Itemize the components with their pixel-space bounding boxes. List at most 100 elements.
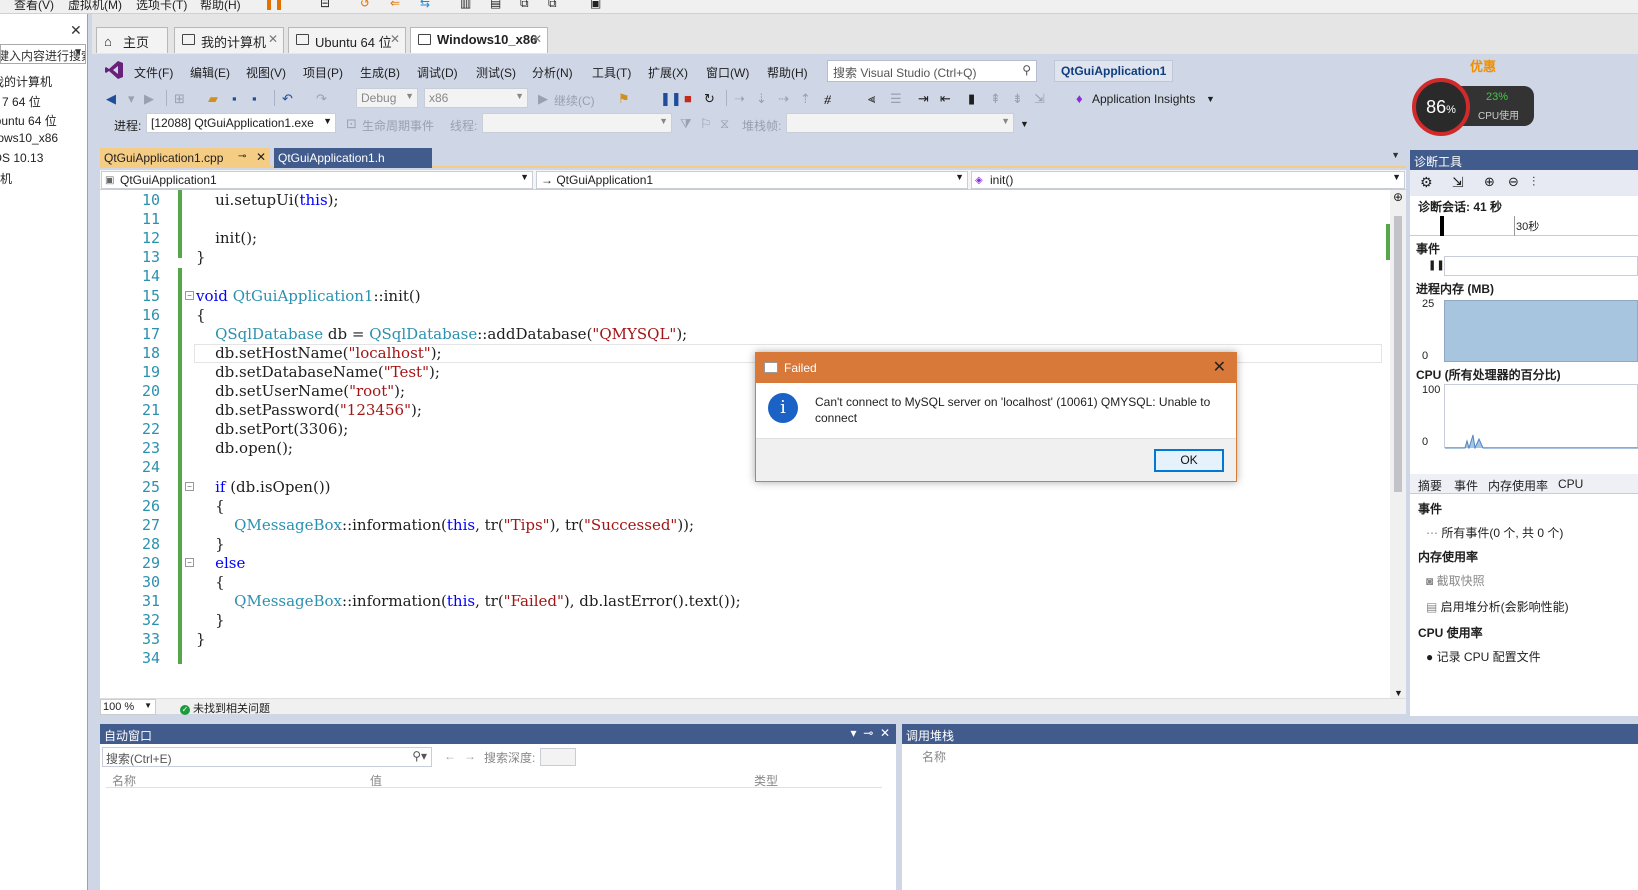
search-depth-select[interactable] bbox=[540, 748, 576, 766]
stop-icon[interactable]: ■ bbox=[684, 91, 692, 106]
menu-window[interactable]: 窗口(W) bbox=[706, 64, 749, 81]
export-icon[interactable]: ⇲ bbox=[1452, 174, 1464, 191]
chevron-down-icon[interactable]: ▼ bbox=[1206, 94, 1215, 104]
solution-config-select[interactable]: Debug ▼ bbox=[356, 88, 418, 108]
pause-icon[interactable]: ❚❚ bbox=[1428, 260, 1445, 271]
library-item[interactable]: Ubuntu 64 位 bbox=[0, 112, 57, 129]
take-snapshot-button[interactable]: ◙ 截取快照 bbox=[1426, 572, 1485, 589]
clear-bookmark-icon[interactable]: ⇲ bbox=[1034, 91, 1045, 107]
tab-ubuntu[interactable]: Ubuntu 64 位 ✕ bbox=[288, 27, 406, 53]
library-item[interactable]: Windows10_x86 bbox=[0, 131, 58, 145]
comment-icon[interactable]: ☰ bbox=[890, 91, 902, 107]
library-search-input[interactable]: 在此处键入内容进行搜索 ▼ bbox=[0, 44, 86, 64]
forward-icon[interactable]: ▶ bbox=[144, 91, 154, 107]
close-icon[interactable]: ✕ bbox=[268, 32, 278, 46]
lifecycle-events-button[interactable]: 生命周期事件 bbox=[362, 117, 434, 134]
chevron-down-icon[interactable]: ▼ bbox=[1394, 688, 1403, 698]
prev-bookmark-icon[interactable]: ⇞ bbox=[990, 91, 1001, 107]
heap-profiling-toggle[interactable]: ▤ 启用堆分析(会影响性能) bbox=[1426, 598, 1569, 615]
zoom-in-icon[interactable]: ⊕ bbox=[1484, 174, 1495, 190]
library-item[interactable]: 共享的虚拟机 bbox=[0, 170, 12, 187]
col-name[interactable]: 名称 bbox=[112, 772, 136, 789]
code-line[interactable]: void QtGuiApplication1::init() bbox=[196, 287, 421, 306]
record-cpu-profile-button[interactable]: ● 记录 CPU 配置文件 bbox=[1426, 648, 1541, 665]
chevron-down-icon[interactable]: ▾ bbox=[128, 91, 135, 107]
continue-icon[interactable]: ▶ bbox=[538, 91, 548, 107]
step-over-icon[interactable]: ⇢ bbox=[778, 91, 789, 107]
view-unity-icon[interactable]: ⧉ bbox=[520, 0, 529, 11]
code-line[interactable]: } bbox=[196, 630, 206, 649]
ok-button[interactable]: OK bbox=[1154, 449, 1224, 472]
code-line[interactable]: db.setPassword("123456"); bbox=[196, 401, 422, 420]
step-into-icon[interactable]: ⇣ bbox=[756, 91, 767, 107]
chevron-down-icon[interactable]: ▼ bbox=[73, 47, 83, 58]
menu-edit[interactable]: 编辑(E) bbox=[190, 64, 230, 81]
pin-icon[interactable]: ⊸ bbox=[863, 726, 873, 740]
code-line[interactable]: init(); bbox=[196, 229, 257, 248]
menu-help[interactable]: 帮助(H) bbox=[767, 64, 808, 81]
search-icon[interactable]: ⚲▾ bbox=[412, 749, 427, 763]
code-line[interactable]: ui.setupUi(this); bbox=[196, 191, 339, 210]
col-type[interactable]: 类型 bbox=[754, 772, 778, 789]
back-icon[interactable]: ◀ bbox=[106, 91, 116, 107]
new-project-icon[interactable]: ⊞ bbox=[174, 91, 185, 107]
code-line[interactable]: if (db.isOpen()) bbox=[196, 478, 330, 497]
indent-icon[interactable]: ⇥ bbox=[918, 91, 929, 107]
tab-home[interactable]: ⌂ 主页 bbox=[96, 27, 168, 53]
pause-icon[interactable]: ❚❚ bbox=[264, 0, 284, 10]
class-select[interactable]: → QtGuiApplication1 ▼ bbox=[536, 171, 968, 189]
host-menu-view[interactable]: 查看(V) bbox=[14, 0, 54, 13]
menu-build[interactable]: 生成(B) bbox=[360, 64, 400, 81]
memory-heading[interactable]: 进程内存 (MB) bbox=[1416, 280, 1494, 297]
menu-extensions[interactable]: 扩展(X) bbox=[648, 64, 688, 81]
scrollbar-thumb[interactable] bbox=[1394, 216, 1402, 492]
step-out-icon[interactable]: ⇡ bbox=[800, 91, 811, 107]
code-line[interactable]: QMessageBox::information(this, tr("Tips"… bbox=[196, 516, 694, 535]
open-folder-icon[interactable]: ▰ bbox=[208, 91, 218, 107]
code-line[interactable]: QSqlDatabase db = QSqlDatabase::addDatab… bbox=[196, 325, 687, 344]
tab-cpp-file[interactable]: QtGuiApplication1.cpp ⊸ ✕ bbox=[100, 148, 270, 168]
terminal-icon[interactable]: ▣ bbox=[590, 0, 601, 10]
undo-icon[interactable]: ↶ bbox=[282, 91, 293, 107]
break-all-icon[interactable]: ❚❚ bbox=[660, 91, 682, 107]
close-icon[interactable]: ✕ bbox=[880, 726, 890, 740]
tab-my-computer[interactable]: 我的计算机 ✕ bbox=[174, 27, 284, 53]
events-heading[interactable]: 事件 bbox=[1416, 240, 1440, 257]
chevron-down-icon[interactable]: ▼ bbox=[1020, 119, 1029, 129]
menu-tools[interactable]: 工具(T) bbox=[592, 64, 631, 81]
host-menu-tabs[interactable]: 选项卡(T) bbox=[136, 0, 187, 13]
code-line[interactable]: { bbox=[196, 497, 225, 516]
timeline-cursor[interactable] bbox=[1440, 216, 1444, 236]
close-icon[interactable]: ✕ bbox=[390, 32, 400, 46]
send-keys-icon[interactable]: ⊟ bbox=[320, 0, 330, 10]
outdent-icon[interactable]: ⇤ bbox=[940, 91, 951, 107]
stackframe-select[interactable]: ▼ bbox=[786, 113, 1014, 133]
pin-icon[interactable]: ⊸ bbox=[238, 151, 246, 162]
view-console-icon[interactable]: ▥ bbox=[460, 0, 471, 10]
code-line[interactable]: { bbox=[196, 573, 225, 592]
save-icon[interactable]: ▪ bbox=[232, 91, 237, 106]
code-line[interactable]: QMessageBox::information(this, tr("Faile… bbox=[196, 592, 741, 611]
revert-icon[interactable]: ⇐ bbox=[390, 0, 400, 10]
menu-debug[interactable]: 调试(D) bbox=[417, 64, 458, 81]
cpu-monitor-widget[interactable]: 优惠 23% CPU使用 86% bbox=[1410, 56, 1540, 136]
gear-icon[interactable]: ⚙ bbox=[1420, 174, 1433, 191]
close-icon[interactable]: ✕ bbox=[532, 32, 542, 46]
code-line[interactable]: db.setDatabaseName("Test"); bbox=[196, 363, 440, 382]
close-icon[interactable]: ✕ bbox=[70, 22, 82, 39]
tab-windows10[interactable]: Windows10_x86 ✕ bbox=[410, 27, 548, 53]
bookmark-icon[interactable]: ▮ bbox=[968, 91, 975, 107]
chevron-down-icon[interactable]: ▾ bbox=[851, 726, 857, 740]
timeline-ruler[interactable]: 30秒 bbox=[1410, 216, 1638, 236]
col-value[interactable]: 值 bbox=[370, 772, 382, 789]
library-item[interactable]: macOS 10.13 bbox=[0, 151, 43, 165]
promo-badge[interactable]: 优惠 bbox=[1470, 56, 1496, 75]
project-scope-select[interactable]: ▣ QtGuiApplication1 ▼ bbox=[101, 171, 533, 189]
redo-icon[interactable]: ↷ bbox=[316, 91, 327, 107]
platform-select[interactable]: x86 ▼ bbox=[424, 88, 528, 108]
close-icon[interactable]: ✕ bbox=[256, 150, 266, 164]
code-line[interactable]: } bbox=[196, 611, 225, 630]
code-line[interactable]: { bbox=[196, 306, 206, 325]
menu-file[interactable]: 文件(F) bbox=[134, 64, 173, 81]
tab-cpu[interactable]: CPU bbox=[1558, 477, 1583, 491]
